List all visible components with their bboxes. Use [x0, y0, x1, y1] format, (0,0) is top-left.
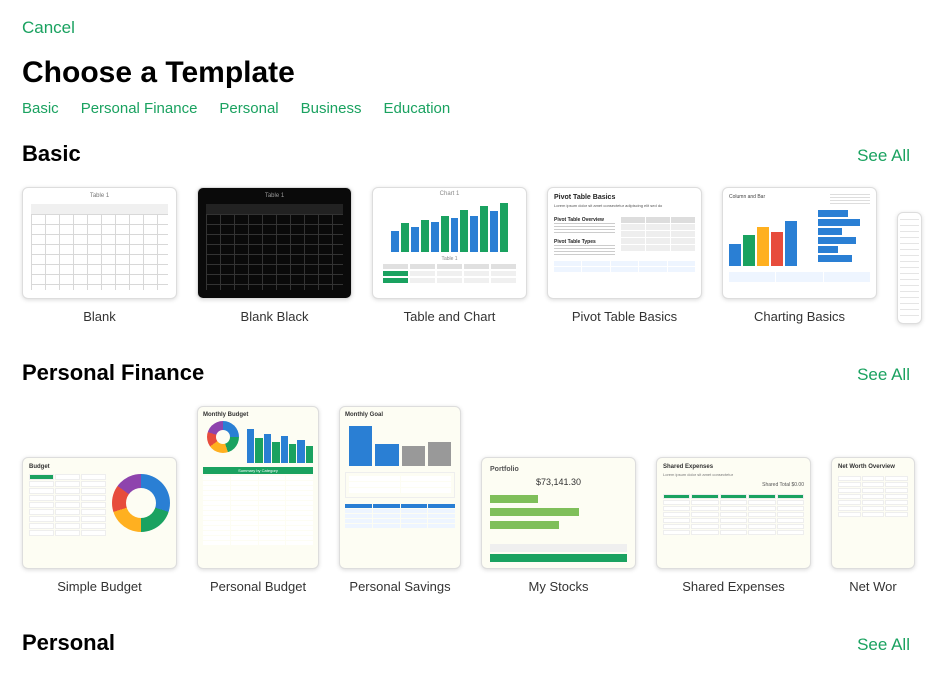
template-label: Net Wor — [849, 579, 896, 594]
template-charting-basics[interactable]: Column and Bar — [722, 187, 877, 324]
section-title-basic: Basic — [22, 141, 81, 167]
template-peek[interactable] — [897, 212, 922, 324]
thumb-label: Table 1 — [23, 193, 176, 199]
thumb-label: Table 1 — [198, 193, 351, 199]
template-label: Pivot Table Basics — [572, 309, 677, 324]
thumb-title: Budget — [29, 464, 170, 470]
see-all-personal-finance[interactable]: See All — [857, 365, 910, 385]
see-all-personal[interactable]: See All — [857, 635, 910, 655]
section-title-personal-finance: Personal Finance — [22, 360, 204, 386]
template-blank[interactable]: Table 1 Blank — [22, 187, 177, 324]
template-label: Personal Budget — [210, 579, 306, 594]
section-personal-finance: Personal Finance See All Budget — [0, 360, 932, 606]
thumb-title: Shared Expenses — [663, 464, 804, 470]
thumb-title: Pivot Table Basics — [554, 194, 695, 201]
tab-personal-finance[interactable]: Personal Finance — [81, 100, 198, 117]
thumb-title: Monthly Budget — [203, 412, 313, 418]
thumb-amount: $73,141.30 — [490, 477, 627, 487]
section-basic: Basic See All Table 1 Blank Table 1 Blan… — [0, 141, 932, 336]
template-my-stocks[interactable]: Portfolio $73,141.30 My Stocks — [481, 457, 636, 594]
template-net-worth[interactable]: Net Worth Overview Net Wor — [831, 457, 915, 594]
template-label: Charting Basics — [754, 309, 845, 324]
template-label: Table and Chart — [404, 309, 496, 324]
tab-personal[interactable]: Personal — [219, 100, 278, 117]
template-shared-expenses[interactable]: Shared Expenses Lorem ipsum dolor sit am… — [656, 457, 811, 594]
template-label: My Stocks — [529, 579, 589, 594]
template-label: Simple Budget — [57, 579, 142, 594]
tab-basic[interactable]: Basic — [22, 100, 59, 117]
thumb-title: Net Worth Overview — [838, 464, 908, 470]
template-pivot-table-basics[interactable]: Pivot Table Basics Lorem ipsum dolor sit… — [547, 187, 702, 324]
section-title-personal: Personal — [22, 630, 115, 656]
see-all-basic[interactable]: See All — [857, 146, 910, 166]
template-personal-savings[interactable]: Monthly Goal — [339, 406, 461, 594]
template-blank-black[interactable]: Table 1 Blank Black — [197, 187, 352, 324]
page-title: Choose a Template — [22, 56, 910, 90]
template-label: Blank Black — [241, 309, 309, 324]
thumb-label: Chart 1 — [373, 191, 526, 197]
thumb-title: Monthly Goal — [345, 412, 455, 418]
thumb-sublabel: Table 1 — [373, 256, 526, 262]
tab-education[interactable]: Education — [384, 100, 451, 117]
template-label: Shared Expenses — [682, 579, 785, 594]
section-personal: Personal See All — [0, 630, 932, 660]
category-tabs: Basic Personal Finance Personal Business… — [0, 94, 932, 117]
tab-business[interactable]: Business — [301, 100, 362, 117]
thumb-lead: Column and Bar — [729, 194, 765, 206]
template-label: Blank — [83, 309, 116, 324]
template-simple-budget[interactable]: Budget Simple Budge — [22, 457, 177, 594]
thumb-title: Portfolio — [490, 466, 627, 473]
template-label: Personal Savings — [349, 579, 450, 594]
template-table-and-chart[interactable]: Chart 1 Table 1 Table and Chart — [372, 187, 527, 324]
thumb-mid-label: Summary by Category — [203, 467, 313, 474]
cancel-button[interactable]: Cancel — [22, 18, 75, 37]
template-personal-budget[interactable]: Monthly Budget Summary by Category — [197, 406, 319, 594]
